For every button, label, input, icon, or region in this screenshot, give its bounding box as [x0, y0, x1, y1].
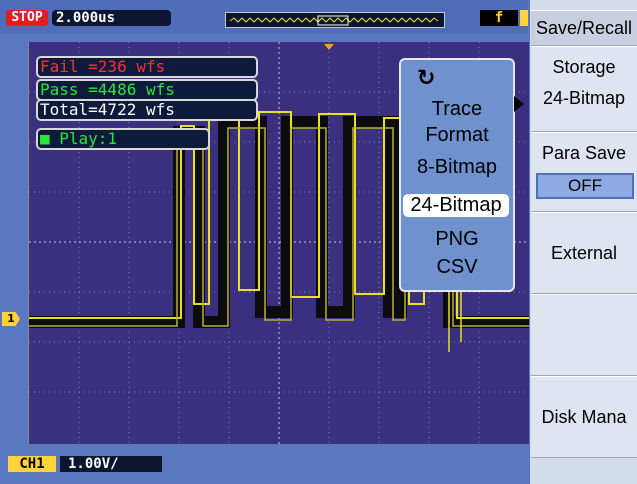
play-indicator: ■ Play:1 [36, 128, 210, 150]
trigger-edge-icon: f [480, 10, 518, 26]
external-label: External [550, 243, 618, 263]
channel1-scale: 1.00V/ [60, 456, 162, 472]
external-softkey[interactable]: External [531, 212, 637, 294]
empty-softkey[interactable] [531, 294, 637, 376]
memory-overview-strip [225, 12, 445, 28]
popup-title-format: Format [425, 124, 489, 146]
trigger-level-bar [520, 10, 528, 26]
trace-format-popup: ↻ Trace Format 8-Bitmap 24-Bitmap PNG CS… [399, 58, 515, 292]
para-save-softkey[interactable]: Para Save OFF [531, 132, 637, 212]
total-count: Total=4722 wfs [36, 99, 258, 121]
para-save-value: OFF [536, 173, 634, 199]
pass-count: Pass =4486 wfs [36, 79, 258, 101]
menu-title-label: Save/Recall [535, 18, 633, 38]
rotate-knob-icon: ↻ [417, 66, 436, 91]
timebase-readout: 2.000us [52, 10, 171, 26]
channel1-level-marker: 1 [2, 312, 20, 326]
format-option-csv[interactable]: CSV [401, 256, 513, 279]
format-option-24-bitmap[interactable]: 24-Bitmap [403, 194, 509, 217]
storage-value: 24-Bitmap [542, 88, 626, 108]
storage-softkey[interactable]: Storage 24-Bitmap [531, 46, 637, 132]
channel1-badge: CH1 [8, 456, 56, 472]
play-label: Play:1 [59, 129, 118, 148]
para-save-label: Para Save [541, 143, 627, 163]
run-state-indicator: STOP [6, 10, 48, 26]
fail-count: Fail =236 wfs [36, 56, 258, 78]
disk-manager-softkey[interactable]: Disk Mana [531, 376, 637, 458]
popup-title-trace: Trace [431, 98, 483, 120]
storage-label: Storage [552, 57, 616, 77]
format-option-png[interactable]: PNG [401, 228, 513, 251]
storage-pointer-arrow [514, 96, 524, 112]
format-option-8-bitmap[interactable]: 8-Bitmap [401, 156, 513, 179]
disk-manager-label: Disk Mana [541, 407, 627, 427]
menu-title-save-recall: Save/Recall [531, 10, 637, 46]
